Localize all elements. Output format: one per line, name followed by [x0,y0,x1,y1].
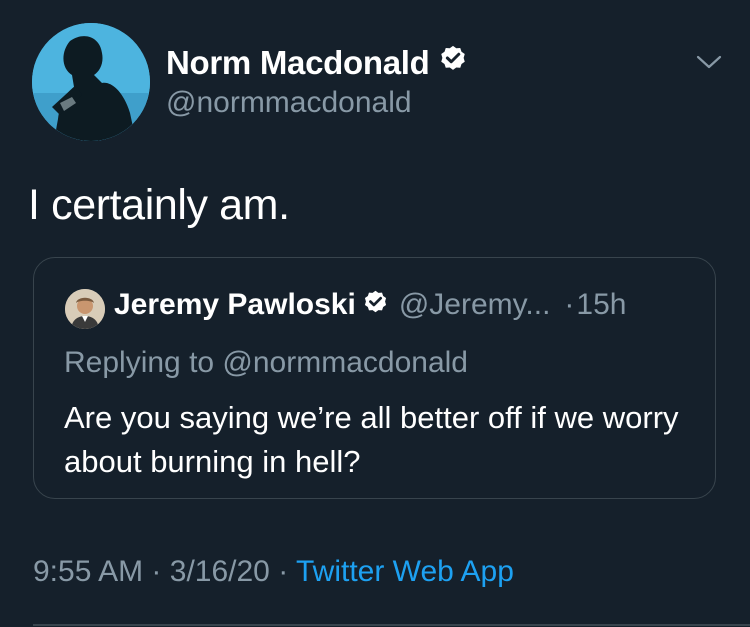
quoted-author-name[interactable]: Jeremy Pawloski [114,288,356,322]
author-avatar[interactable] [32,23,150,141]
quoted-author-avatar[interactable] [65,289,105,329]
quoted-time-separator: · [564,288,575,321]
tweet-text: I certainly am. [28,181,290,229]
quoted-author-handle[interactable]: @Jeremy... [399,288,551,322]
verified-badge-icon [362,289,389,321]
author-handle[interactable]: @normmacdonald [166,86,412,120]
verified-badge-icon [438,44,468,82]
tweet-date[interactable]: 3/16/20 [170,555,270,588]
quoted-tweet-text: Are you saying we’re all better off if w… [64,400,679,479]
quoted-tweet-time[interactable]: 15h [576,288,626,322]
author-name-text[interactable]: Norm Macdonald [166,44,430,82]
quoted-tweet-card[interactable]: Jeremy Pawloski @Jeremy... · 15h Replyin… [33,257,716,499]
chevron-down-icon[interactable] [694,50,724,74]
meta-separator: · [151,555,162,588]
tweet-container: Norm Macdonald @normmacdonald I certainl… [0,0,750,627]
divider [33,624,750,626]
tweet-meta: 9:55 AM · 3/16/20 · Twitter Web App [33,555,514,589]
meta-separator: · [278,555,289,588]
quoted-tweet-header: Jeremy Pawloski @Jeremy... · 15h [114,288,626,322]
author-name[interactable]: Norm Macdonald [166,44,468,82]
replying-to-label: Replying to @normmacdonald [64,346,468,379]
tweet-time[interactable]: 9:55 AM [33,555,143,588]
tweet-source-link[interactable]: Twitter Web App [296,555,514,588]
